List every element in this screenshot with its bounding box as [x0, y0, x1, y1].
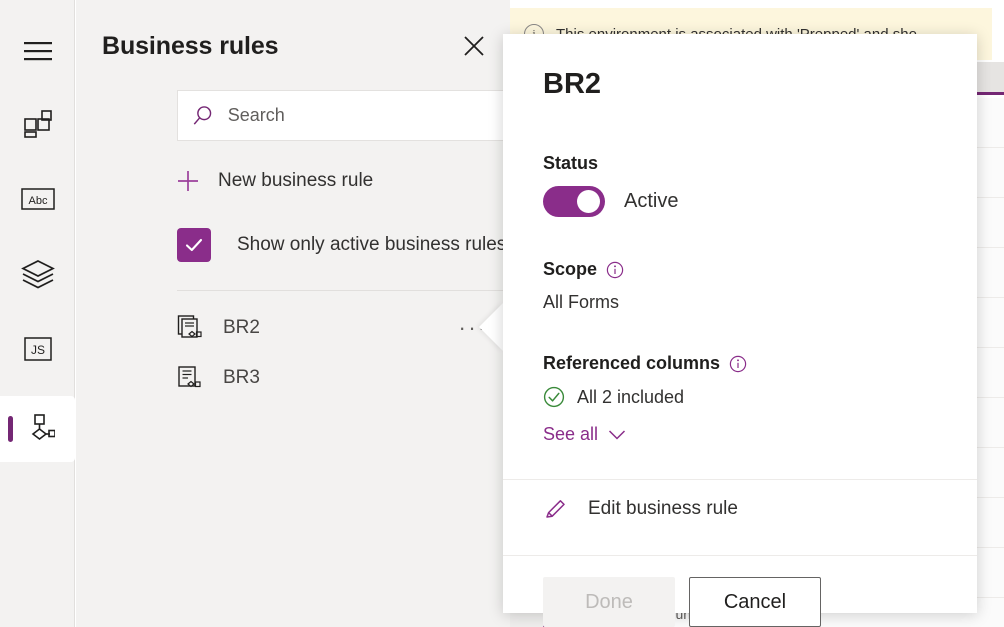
components-grid-icon — [22, 108, 54, 140]
abc-text-icon: Abc — [21, 187, 55, 211]
selection-indicator — [8, 416, 13, 442]
business-rule-details-flyout: BR2 Status Active Scope All Forms — [503, 34, 977, 613]
check-circle-icon — [543, 386, 565, 408]
edit-business-rule-label: Edit business rule — [588, 498, 738, 520]
sidebar-item-menu[interactable] — [0, 22, 75, 80]
status-label-text: Status — [543, 153, 598, 174]
search-input[interactable] — [226, 91, 548, 140]
list-item[interactable]: BR2 ··· — [177, 303, 510, 353]
divider — [503, 479, 977, 480]
business-rule-icon — [177, 365, 203, 391]
business-rule-list: BR2 ··· BR3 — [177, 303, 510, 403]
status-toggle-row[interactable]: Active — [543, 186, 937, 217]
checkbox-checked-icon — [177, 228, 211, 262]
business-rule-flow-icon — [21, 413, 55, 445]
see-all-link[interactable]: See all — [543, 424, 626, 445]
divider — [503, 555, 977, 556]
cancel-button[interactable]: Cancel — [689, 577, 821, 627]
flyout-title: BR2 — [543, 68, 937, 101]
left-icon-rail: Abc JS — [0, 0, 75, 627]
status-state-text: Active — [624, 190, 678, 213]
list-item[interactable]: BR3 — [177, 353, 510, 403]
referenced-columns-status-text: All 2 included — [577, 387, 684, 408]
toggle-knob — [577, 190, 600, 213]
svg-text:JS: JS — [30, 343, 44, 357]
callout-beak — [479, 303, 503, 351]
flyout-action-buttons: Done Cancel — [543, 577, 821, 627]
scope-value: All Forms — [543, 292, 937, 313]
layers-stack-icon — [21, 259, 55, 289]
pencil-icon — [543, 496, 569, 522]
scope-label: Scope — [543, 259, 937, 280]
business-rule-icon — [177, 315, 203, 341]
close-button[interactable] — [458, 30, 490, 62]
list-item-label: BR3 — [223, 367, 260, 389]
page-title: Business rules — [102, 32, 278, 61]
js-script-icon: JS — [23, 336, 53, 362]
done-button[interactable]: Done — [543, 577, 675, 627]
chevron-down-icon — [608, 429, 626, 441]
see-all-label: See all — [543, 424, 598, 445]
svg-text:Abc: Abc — [28, 195, 47, 207]
check-icon — [184, 235, 204, 255]
status-toggle[interactable] — [543, 186, 605, 217]
list-item-label: BR2 — [223, 317, 260, 339]
plus-icon — [177, 170, 199, 192]
show-only-active-label: Show only active business rules — [237, 234, 506, 256]
close-icon — [462, 34, 486, 58]
hamburger-menu-icon — [23, 40, 53, 62]
sidebar-item-business-rules[interactable] — [0, 396, 75, 462]
edit-business-rule-button[interactable]: Edit business rule — [543, 496, 738, 522]
referenced-columns-label: Referenced columns — [543, 353, 937, 374]
sidebar-item-views[interactable] — [0, 245, 75, 303]
status-label: Status — [543, 153, 937, 174]
sidebar-item-scripts[interactable]: JS — [0, 320, 75, 378]
info-icon[interactable] — [606, 261, 624, 279]
new-business-rule-label: New business rule — [218, 170, 373, 192]
search-icon — [192, 104, 214, 128]
sidebar-item-columns[interactable]: Abc — [0, 170, 75, 228]
business-rules-panel: Business rules New business rule — [76, 0, 510, 627]
new-business-rule-button[interactable]: New business rule — [177, 170, 373, 192]
scope-label-text: Scope — [543, 259, 597, 280]
show-only-active-checkbox[interactable]: Show only active business rules — [177, 228, 506, 262]
info-icon[interactable] — [729, 355, 747, 373]
referenced-columns-status: All 2 included — [543, 386, 937, 408]
panel-header: Business rules — [102, 30, 490, 62]
referenced-columns-label-text: Referenced columns — [543, 353, 720, 374]
sidebar-item-components[interactable] — [0, 95, 75, 153]
